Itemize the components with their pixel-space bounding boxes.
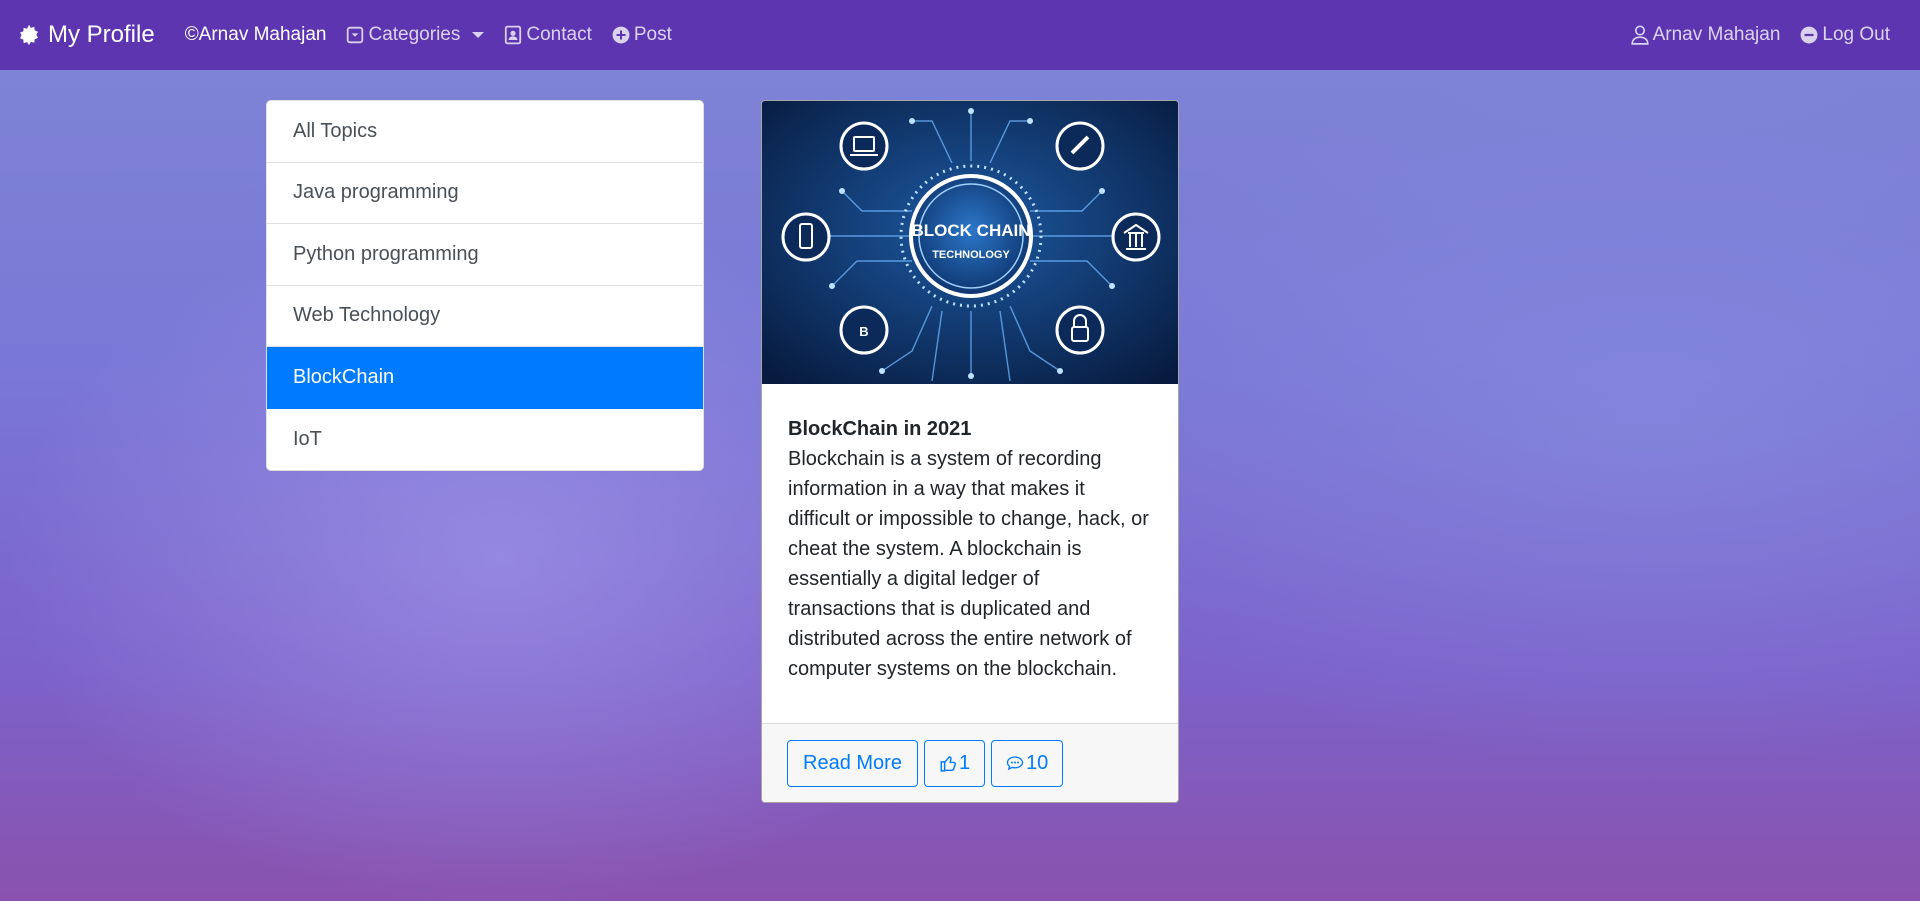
nav-post[interactable]: Post	[612, 24, 672, 46]
nav-user-profile[interactable]: Arnav Mahajan	[1630, 24, 1781, 46]
like-button[interactable]: 1	[923, 739, 986, 787]
gear-icon	[18, 24, 40, 46]
nav-contact[interactable]: Contact	[504, 24, 592, 46]
category-item-java[interactable]: Java programming	[267, 163, 703, 224]
user-icon	[1630, 25, 1649, 45]
nav-user-label: Arnav Mahajan	[1652, 24, 1781, 45]
thumbs-up-icon	[939, 754, 957, 772]
nav-contact-label: Contact	[526, 24, 592, 45]
comment-count: 10	[1026, 751, 1049, 774]
nav-logout-label: Log Out	[1822, 24, 1890, 45]
category-item-all-topics[interactable]: All Topics	[267, 101, 703, 163]
comment-dots-icon	[1006, 755, 1024, 771]
chevron-down-icon	[472, 32, 485, 38]
post-title: BlockChain in 2021	[788, 418, 972, 440]
comment-button[interactable]: 10	[991, 739, 1064, 787]
category-item-python[interactable]: Python programming	[267, 224, 703, 286]
image-text-line2: TECHNOLOGY	[932, 249, 1010, 261]
contact-card-icon	[504, 25, 522, 45]
post-card: BLOCK CHAIN TECHNOLOGY B BlockChain in 2…	[761, 100, 1179, 803]
top-navbar: My Profile ©Arnav Mahajan Categories Con…	[0, 0, 1920, 70]
nav-categories-label: Categories	[368, 24, 461, 45]
svg-text:B: B	[859, 324, 868, 339]
post-content: Blockchain is a system of recording info…	[788, 448, 1149, 680]
post-image: BLOCK CHAIN TECHNOLOGY B	[762, 101, 1178, 384]
category-item-web-technology[interactable]: Web Technology	[267, 286, 703, 347]
nav-categories-dropdown[interactable]: Categories	[346, 24, 485, 46]
nav-author-label: ©Arnav Mahajan	[184, 24, 327, 45]
read-more-button[interactable]: Read More	[787, 739, 918, 787]
category-item-iot[interactable]: IoT	[267, 409, 703, 471]
dropdown-box-icon	[346, 26, 364, 44]
category-list: All Topics Java programming Python progr…	[266, 100, 704, 471]
minus-circle-icon	[1800, 26, 1818, 44]
image-text-line1: BLOCK CHAIN	[912, 221, 1031, 240]
nav-author[interactable]: ©Arnav Mahajan	[185, 24, 327, 46]
nav-logout[interactable]: Log Out	[1800, 24, 1890, 46]
brand-link[interactable]: My Profile	[18, 21, 155, 49]
post-card-footer: Read More 1 10	[762, 723, 1178, 802]
brand-label: My Profile	[48, 21, 155, 48]
plus-circle-icon	[612, 26, 630, 44]
category-item-blockchain[interactable]: BlockChain	[267, 347, 703, 409]
like-count: 1	[958, 751, 971, 774]
nav-post-label: Post	[633, 24, 672, 45]
